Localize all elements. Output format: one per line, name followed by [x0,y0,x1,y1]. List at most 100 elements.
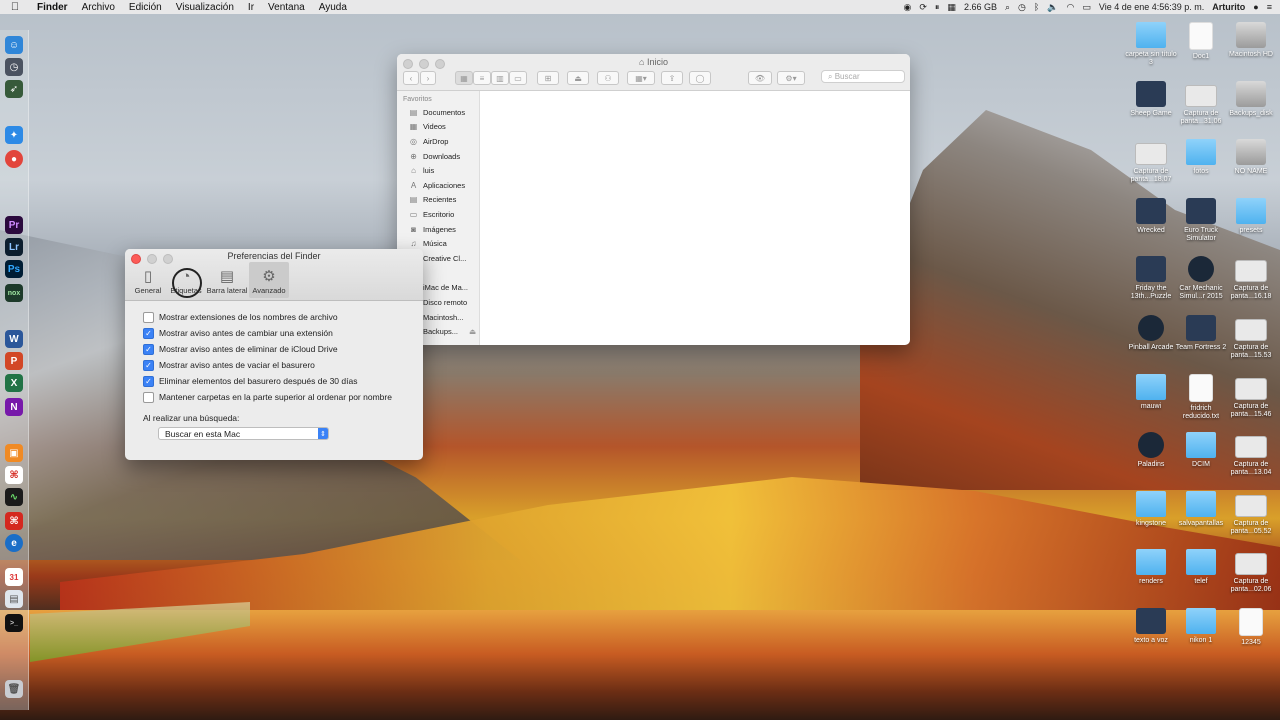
dock-calendar-icon[interactable]: 31 [5,568,23,586]
checkbox[interactable]: ✓ [143,343,154,355]
notification-center-icon[interactable]: ≡ [1267,2,1272,12]
desktop-icon-item[interactable]: NO NAME [1224,139,1278,176]
dock-activity-icon[interactable]: ∿ [5,488,23,506]
memory-readout[interactable]: 2.66 GB [964,2,997,12]
quick-look-button[interactable]: 👁 [748,71,772,85]
menu-ir[interactable]: Ir [241,2,261,13]
column-view-button[interactable]: ▥ [491,71,509,85]
battery-icon[interactable]: ▭ [1082,2,1091,13]
desktop-icon-item[interactable]: Captura de panta...16.18 [1224,256,1278,301]
sidebar-item-recientes[interactable]: ▤ Recientes [397,193,479,208]
pause-icon[interactable]: ⏸ [935,2,940,13]
eject-icon[interactable]: ⏏ [469,327,476,336]
dock-acrobat-icon[interactable]: ⌘ [5,466,23,484]
desktop-icon-item[interactable]: mauwi [1124,373,1178,411]
menu-visualizacion[interactable]: Visualización [169,2,241,13]
dock-acrobat-dc-icon[interactable]: ⌘ [5,512,23,530]
memory-icon[interactable]: ▦ [947,2,956,13]
desktop-icon-item[interactable]: presets [1224,197,1278,235]
option-folders-on-top[interactable]: Mantener carpetas en la parte superior a… [143,389,413,405]
desktop-icon-item[interactable]: Macintosh HD [1224,22,1278,59]
desktop-icon-item[interactable]: Pinball Arcade [1124,315,1178,352]
sidebar-item-airdrop[interactable]: ◎ AirDrop [397,134,479,149]
tags-button[interactable]: ◯ [689,71,711,85]
dock-finder-icon[interactable]: ☺ [5,36,23,54]
menu-finder[interactable]: Finder [30,2,75,13]
desktop-icon-item[interactable]: Captura de panta...02.06 [1224,549,1278,594]
dock-terminal-icon[interactable]: >_ [5,614,23,632]
checkbox[interactable]: ✓ [143,359,154,371]
desktop-icon-item[interactable]: DCIM [1174,432,1228,469]
sidebar-item-documentos[interactable]: ▤ Documentos [397,105,479,120]
dock-preview-icon[interactable]: ▤ [5,590,23,608]
checkbox[interactable]: ✓ [143,375,154,387]
dock-lightroom-icon[interactable]: Lr [5,238,23,256]
desktop-icon-item[interactable]: Car Mechanic Simul...r 2015 [1174,256,1228,301]
sync-icon[interactable]: ⟳ [919,2,927,13]
back-button[interactable]: ‹ [403,71,419,85]
desktop-icon-item[interactable]: Captura de panta...13.04 [1224,432,1278,477]
dock-nox-icon[interactable]: nox [5,284,23,302]
dock-safari-icon[interactable]: ✦ [5,126,23,144]
gallery-view-button[interactable]: ▭ [509,71,527,85]
dock-rocket-icon[interactable]: ➶ [5,80,23,98]
checkbox[interactable] [143,311,154,323]
record-icon[interactable]: ◉ [904,2,912,13]
option-show-extensions[interactable]: Mostrar extensiones de los nombres de ar… [143,309,413,325]
time-machine-icon[interactable]: ◷ [1018,2,1026,13]
action-button[interactable]: ⚙▾ [777,71,805,85]
dock-excel-icon[interactable]: X [5,374,23,392]
desktop-icon-item[interactable]: texto a voz [1124,608,1178,645]
desktop-icon-item[interactable]: Team Fortress 2 [1174,315,1228,352]
tab-barra-lateral[interactable]: ▤ Barra lateral [205,262,249,298]
desktop-icon-item[interactable]: Euro Truck Simulator [1174,197,1228,243]
menu-archivo[interactable]: Archivo [75,2,122,13]
dock-edge-icon[interactable]: e [5,534,23,552]
desktop-icon-item[interactable]: fotos [1174,139,1228,176]
share-folder-button[interactable]: ⚇ [597,71,619,85]
share-button[interactable]: ⇪ [661,71,683,85]
volume-icon[interactable]: 🔈 [1047,2,1058,13]
dock-books-icon[interactable]: ▣ [5,444,23,462]
desktop-icon-item[interactable]: salvapantallas [1174,490,1228,528]
clock-readout[interactable]: Vie 4 de ene 4:56:39 p. m. [1099,2,1204,12]
desktop-icon-item[interactable]: Captura de panta...18.07 [1124,139,1178,184]
desktop-icon-item[interactable]: telef [1174,549,1228,586]
dock-premiere-icon[interactable]: Pr [5,216,23,234]
group-button[interactable]: ▦▾ [627,71,655,85]
desktop-icon-item[interactable]: renders [1124,549,1178,586]
desktop-icon-item[interactable]: 12345 [1224,608,1278,647]
dock-trash-icon[interactable]: 🗑 [5,680,23,698]
checkbox[interactable] [143,391,154,403]
dock-chrome-icon[interactable]: ● [5,150,23,168]
sidebar-item-escritorio[interactable]: ▭ Escritorio [397,207,479,222]
desktop-icon-item[interactable]: Paladins [1124,432,1178,469]
icon-view-button[interactable]: ▦ [455,71,473,85]
desktop-icon-item[interactable]: carpeta sin título 3 [1124,22,1178,67]
desktop-icon-item[interactable]: kingstone [1124,490,1178,528]
option-remove-trash-30-days[interactable]: ✓ Eliminar elementos del basurero despué… [143,373,413,389]
desktop-icon-item[interactable]: Doc1 [1174,22,1228,61]
desktop-icon-item[interactable]: Captura de panta...15.46 [1224,374,1278,419]
tab-general[interactable]: ▯ General [129,262,167,298]
dock-time-machine-icon[interactable]: ◷ [5,58,23,76]
finder-titlebar[interactable]: ⌂ Inicio ‹ › ▦ ≡ ▥ ▭ ⊞ ⏏ ⚇ ▦▾ ⇪ ◯ 👁 ⚙▾ ⌕… [397,54,910,91]
dock-onenote-icon[interactable]: N [5,398,23,416]
checkbox[interactable]: ✓ [143,327,154,339]
sidebar-item-videos[interactable]: ▦ Videos [397,120,479,135]
desktop-icon-item[interactable]: Captura de panta...05.52 [1224,491,1278,536]
desktop-icon-item[interactable]: nikon 1 [1174,608,1228,645]
dock-powerpoint-icon[interactable]: P [5,352,23,370]
dock-photoshop-icon[interactable]: Ps [5,260,23,278]
option-warn-icloud-delete[interactable]: ✓ Mostrar aviso antes de eliminar de iCl… [143,341,413,357]
option-warn-empty-trash[interactable]: ✓ Mostrar aviso antes de vaciar el basur… [143,357,413,373]
menu-edicion[interactable]: Edición [122,2,169,13]
sidebar-item-imagenes[interactable]: ◙ Imágenes [397,222,479,237]
search-scope-select[interactable]: Buscar en esta Mac ⇕ [158,427,329,440]
eject-button[interactable]: ⏏ [567,71,589,85]
wifi-icon[interactable]: ◠ [1067,2,1075,13]
menu-ventana[interactable]: Ventana [261,2,312,13]
search-menu-icon[interactable]: ⌕ [1005,2,1010,13]
user-name[interactable]: Arturito [1212,2,1245,12]
desktop-icon-item[interactable]: Captura de panta...15.53 [1224,315,1278,360]
